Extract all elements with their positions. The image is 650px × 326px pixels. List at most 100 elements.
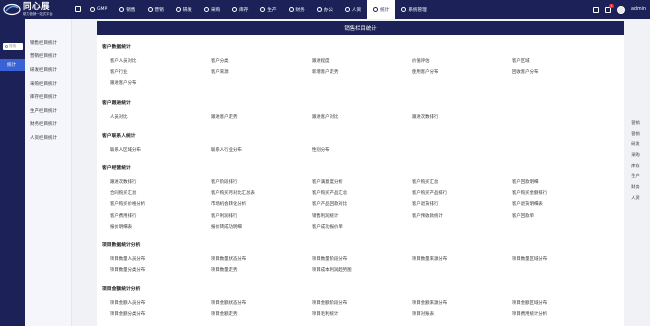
rail-item[interactable]: 财务 xyxy=(627,182,644,193)
bell-icon[interactable] xyxy=(592,6,599,13)
nav-item-4[interactable]: 采购 xyxy=(198,0,226,19)
sidebar-search-input[interactable]: 搜索 xyxy=(3,43,23,50)
nav-item-0[interactable]: GMP xyxy=(84,0,113,19)
nav-item-9[interactable]: 人资 xyxy=(339,0,367,19)
report-link[interactable]: 项目费用统计分析 xyxy=(512,311,547,317)
rail-item[interactable]: 生产 xyxy=(627,171,644,182)
report-link[interactable]: 客户区域 xyxy=(512,58,530,64)
report-link[interactable]: 性别分布 xyxy=(312,147,330,153)
brand-logo[interactable]: 同心展 助力营销一站式平台 xyxy=(0,0,72,19)
report-link[interactable]: 跟进客户对比 xyxy=(312,114,338,120)
nav-item-7[interactable]: 财务 xyxy=(283,0,311,19)
report-link[interactable]: 项目金额阶段分布 xyxy=(312,300,347,306)
report-link[interactable]: 项目金额状态分布 xyxy=(211,300,246,306)
report-link[interactable]: 项目金额分类分布 xyxy=(110,311,145,317)
nav-item-10[interactable]: 统计 xyxy=(367,0,396,19)
report-link[interactable]: 客户预收款统计 xyxy=(412,213,443,219)
rail-item[interactable]: 营销 xyxy=(627,118,644,129)
report-link[interactable]: 跟进程度 xyxy=(312,58,330,64)
rail-item[interactable]: 采购 xyxy=(627,150,644,161)
report-link[interactable]: 销售利润统计 xyxy=(312,213,338,219)
report-link[interactable]: 回收客户分布 xyxy=(512,69,538,75)
rail-item[interactable]: 人资 xyxy=(627,193,644,204)
report-link[interactable]: 客户满意度分析 xyxy=(312,179,343,185)
rail-item[interactable]: 库存 xyxy=(627,161,644,172)
report-link[interactable]: 客户来源 xyxy=(211,69,229,75)
nav-item-5[interactable]: 库存 xyxy=(226,0,254,19)
report-link[interactable]: 报价明细表 xyxy=(110,224,132,230)
brand-title: 同心展 xyxy=(23,2,51,12)
report-link[interactable]: 客户购买价格分析 xyxy=(110,201,145,207)
nav-item-2[interactable]: 营销 xyxy=(142,0,170,19)
nav-item-11[interactable]: 系统管理 xyxy=(395,0,432,19)
submenu-item[interactable]: 生产栏目统计 xyxy=(25,104,72,118)
submenu-item[interactable]: 采购栏目统计 xyxy=(25,77,72,91)
user-name[interactable]: admin xyxy=(631,7,646,12)
report-link[interactable]: 客户利润排行 xyxy=(211,213,237,219)
report-link[interactable]: 客户购买金额排行 xyxy=(512,190,547,196)
report-link[interactable]: 项目金额区域分布 xyxy=(512,300,547,306)
rail-item[interactable]: 研发 xyxy=(627,139,644,150)
section-title: 项目金额统计分析 xyxy=(102,287,141,292)
report-link[interactable]: 项目成本利润趋势图 xyxy=(312,267,352,273)
report-link[interactable]: 客户阶段排行 xyxy=(211,179,237,185)
report-link[interactable]: 客户分类 xyxy=(211,58,229,64)
report-link[interactable]: 客户购买月对比汇总表 xyxy=(211,190,255,196)
report-link[interactable]: 报价转成功明细 xyxy=(211,224,242,230)
report-link[interactable]: 人员对比 xyxy=(110,114,128,120)
report-link[interactable]: 客户人员对比 xyxy=(110,58,136,64)
message-icon[interactable]: 1 xyxy=(604,3,615,13)
report-link[interactable]: 市场机会转化分析 xyxy=(211,201,246,207)
nav-item-8[interactable]: 办公 xyxy=(311,0,339,19)
nav-item-6[interactable]: 生产 xyxy=(254,0,282,19)
report-link[interactable]: 客户回款单 xyxy=(512,213,534,219)
report-link[interactable]: 合同购买汇总 xyxy=(110,190,136,196)
report-link[interactable]: 价值评估 xyxy=(412,58,430,64)
submenu-item[interactable]: 营销栏目统计 xyxy=(25,50,72,64)
report-link[interactable]: 使用客户分布 xyxy=(412,69,438,75)
report-link[interactable]: 联系人行业分布 xyxy=(211,147,242,153)
report-link[interactable]: 跟进次数排行 xyxy=(412,114,438,120)
submenu-item[interactable]: 财务栏目统计 xyxy=(25,118,72,132)
report-link[interactable]: 客户退货明细表 xyxy=(512,201,543,207)
report-link[interactable]: 跟进客户分布 xyxy=(110,80,136,86)
report-link[interactable]: 项目数量分类分布 xyxy=(110,267,145,273)
nav-label: 生产 xyxy=(267,7,277,13)
stats-icon xyxy=(373,7,379,12)
report-link[interactable]: 新增客户走势 xyxy=(312,69,338,75)
sidebar-item-stats[interactable]: 统计 xyxy=(0,59,25,71)
report-link[interactable]: 跟进客户走势 xyxy=(211,114,237,120)
report-link[interactable]: 客户购买产品排行 xyxy=(412,190,447,196)
report-link[interactable]: 跟进次数排行 xyxy=(110,179,136,185)
nav-item-1[interactable]: 销售 xyxy=(113,0,141,19)
rail-item[interactable]: 营销 xyxy=(627,129,644,140)
report-link[interactable]: 项目数量区域分布 xyxy=(512,256,547,262)
report-link[interactable]: 项目数量人员分布 xyxy=(110,256,145,262)
submenu-item[interactable]: 研发栏目统计 xyxy=(25,63,72,77)
report-link[interactable]: 客户行业 xyxy=(110,69,128,75)
report-link[interactable]: 客户产品回款对比 xyxy=(312,201,347,207)
submenu-item[interactable]: 销售栏目统计 xyxy=(25,36,72,50)
report-link[interactable]: 客户购买产品汇总 xyxy=(312,190,347,196)
report-link[interactable]: 项目数量来源分布 xyxy=(412,256,447,262)
report-link[interactable]: 项目数量状态分布 xyxy=(211,256,246,262)
nav-label: 销售 xyxy=(126,7,136,13)
avatar[interactable] xyxy=(616,5,625,14)
report-link[interactable]: 项目对账表 xyxy=(412,311,434,317)
report-link[interactable]: 客户购买汇总 xyxy=(412,179,438,185)
report-link[interactable]: 客户回款明细 xyxy=(512,179,538,185)
report-link[interactable]: 项目毛利统计 xyxy=(312,311,338,317)
report-link[interactable]: 项目金额人员分布 xyxy=(110,300,145,306)
submenu-item[interactable]: 人资栏目统计 xyxy=(25,131,72,145)
report-link[interactable]: 客户成功报价单 xyxy=(312,224,343,230)
menu-toggle-icon[interactable] xyxy=(75,6,81,12)
report-link[interactable]: 客户费用排行 xyxy=(110,213,136,219)
report-link[interactable]: 项目金额来源分布 xyxy=(412,300,447,306)
report-link[interactable]: 项目数量走势 xyxy=(211,267,237,273)
report-link[interactable]: 项目金额走势 xyxy=(211,311,237,317)
nav-item-3[interactable]: 研发 xyxy=(170,0,198,19)
report-link[interactable]: 联系人区域分布 xyxy=(110,147,141,153)
report-link[interactable]: 项目数量阶段分布 xyxy=(312,256,347,262)
report-link[interactable]: 客户退货排行 xyxy=(412,201,438,207)
submenu-item[interactable]: 库存栏目统计 xyxy=(25,90,72,104)
